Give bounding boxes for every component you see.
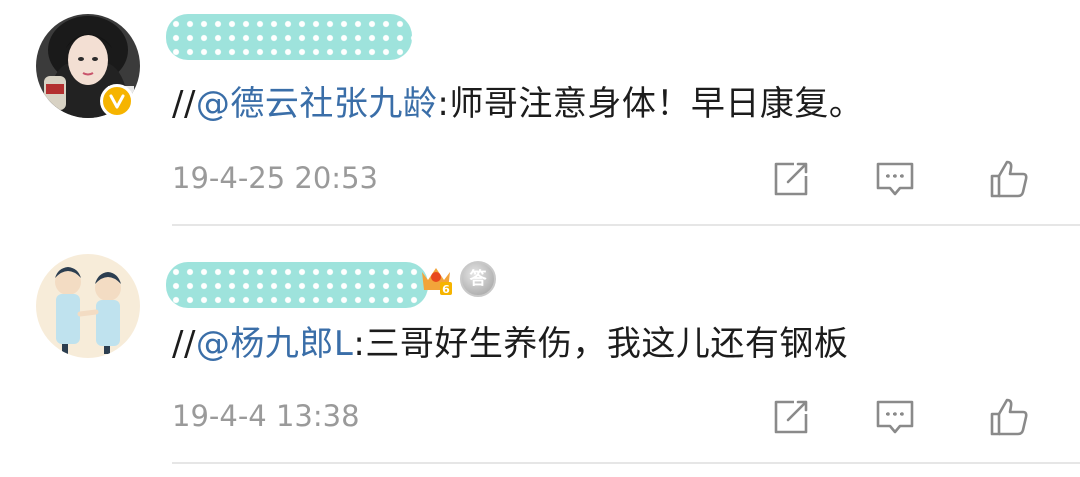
comment-item: //@德云社张九龄:师哥注意身体！早日康复。 19-4-25 20:53 bbox=[0, 0, 1080, 225]
username-redacted[interactable] bbox=[166, 14, 412, 60]
fan-level-badge: 6 bbox=[418, 260, 454, 296]
comment-body: :师哥注意身体！早日康复。 bbox=[437, 84, 864, 124]
comment-text: //@杨九郎L:三哥好生养伤，我这儿还有钢板 bbox=[172, 322, 848, 366]
comment-text: //@德云社张九龄:师哥注意身体！早日康复。 bbox=[172, 82, 863, 126]
timestamp: 19-4-4 13:38 bbox=[172, 399, 360, 433]
share-icon[interactable] bbox=[768, 394, 814, 440]
repost-prefix: // bbox=[172, 84, 196, 124]
share-icon[interactable] bbox=[768, 156, 814, 202]
medal-badge: 答 bbox=[460, 261, 496, 297]
divider bbox=[172, 462, 1080, 464]
mention-link[interactable]: @杨九郎L bbox=[196, 324, 353, 364]
mention-link[interactable]: @德云社张九龄 bbox=[196, 84, 438, 124]
username-redacted[interactable] bbox=[166, 262, 428, 308]
reply-icon[interactable] bbox=[872, 394, 918, 440]
timestamp: 19-4-25 20:53 bbox=[172, 161, 378, 195]
verified-badge bbox=[100, 84, 134, 118]
like-icon[interactable] bbox=[986, 156, 1032, 202]
fan-level-number: 6 bbox=[442, 283, 450, 296]
comment-item: 6 答 //@杨九郎L:三哥好生养伤，我这儿还有钢板 19-4-4 13:38 bbox=[0, 226, 1080, 464]
reply-icon[interactable] bbox=[872, 156, 918, 202]
comment-body: :三哥好生养伤，我这儿还有钢板 bbox=[353, 324, 849, 364]
user-avatar[interactable] bbox=[36, 254, 140, 358]
like-icon[interactable] bbox=[986, 394, 1032, 440]
repost-prefix: // bbox=[172, 324, 196, 364]
